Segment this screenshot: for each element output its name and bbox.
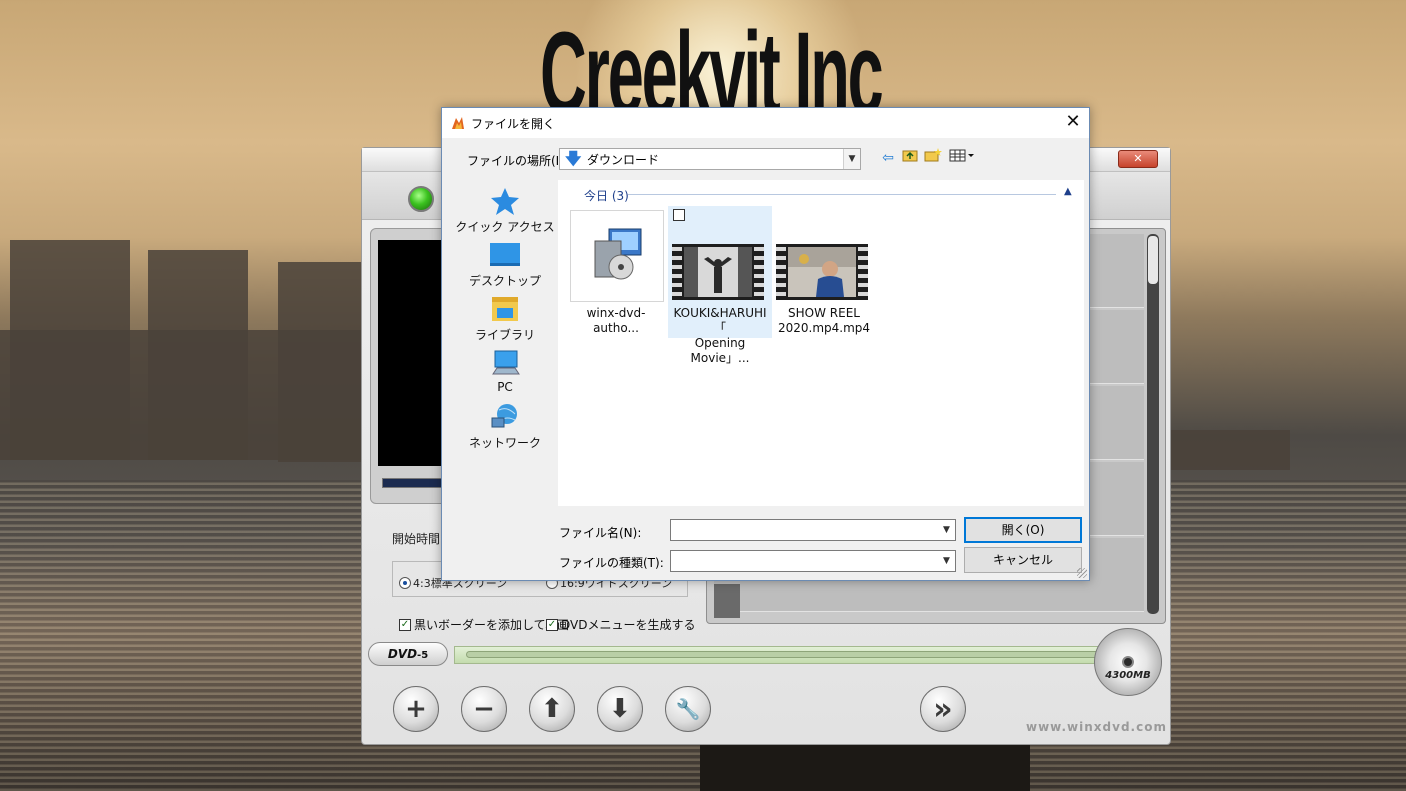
radio-selected-icon — [399, 577, 411, 589]
look-in-label: ファイルの場所(I): — [467, 154, 568, 168]
pc-icon — [489, 348, 521, 378]
library-icon — [489, 294, 521, 324]
preview-seek-bar[interactable] — [382, 478, 444, 488]
group-divider — [628, 194, 1056, 195]
file-item-selected[interactable]: KOUKI&HARUHI「 Opening Movie」... — [668, 206, 772, 365]
resize-grip-icon[interactable] — [1077, 568, 1087, 578]
winx-app-icon — [452, 117, 464, 129]
dvd-type-suffix: -5 — [417, 650, 429, 661]
file-name-input[interactable]: ▼ — [670, 519, 956, 541]
dialog-title: ファイルを開く — [471, 117, 556, 131]
place-desktop[interactable]: デスクトップ — [450, 240, 560, 289]
dvd-type-label: DVD — [387, 647, 418, 661]
background-ship — [1170, 430, 1290, 470]
video-thumbnail — [776, 244, 868, 300]
film-holes — [672, 244, 682, 300]
file-name-line: Opening Movie」... — [690, 336, 750, 365]
title-list-marker — [714, 584, 740, 618]
file-list: 今日 (3) ▲ winx-dvd-autho... KOUKI&HARUHI「… — [558, 180, 1084, 506]
chevron-down-icon[interactable]: ▼ — [938, 520, 955, 540]
video-frame — [684, 247, 752, 297]
file-name-line: winx-dvd-autho... — [586, 306, 646, 335]
file-thumbnail — [570, 210, 664, 302]
video-frame — [788, 247, 856, 297]
new-folder-icon[interactable] — [923, 148, 943, 168]
dialog-close-button[interactable]: ✕ — [1059, 108, 1087, 136]
place-network[interactable]: ネットワーク — [450, 402, 560, 451]
look-in-value: ダウンロード — [587, 152, 660, 167]
file-name-line: 2020.mp4.mp4 — [777, 321, 871, 335]
place-library[interactable]: ライブラリ — [450, 294, 560, 343]
next-button[interactable]: » — [920, 686, 966, 732]
disc-hole-icon — [1122, 656, 1134, 668]
file-name: SHOW REEL 2020.mp4.mp4 — [772, 306, 876, 336]
title-list-scrollbar[interactable] — [1147, 234, 1159, 614]
view-menu-icon[interactable] — [948, 148, 976, 168]
open-button[interactable]: 開く(O) — [964, 517, 1082, 543]
chevron-down-icon[interactable]: ▼ — [843, 149, 860, 169]
disc-capacity-label: 4300MB — [1105, 670, 1151, 681]
installer-icon — [594, 228, 642, 280]
up-folder-icon[interactable] — [900, 148, 920, 168]
network-icon — [489, 402, 521, 432]
file-name-line: SHOW REEL — [788, 306, 860, 320]
file-type-label: ファイルの種類(T): — [559, 556, 664, 570]
film-holes — [776, 244, 786, 300]
place-label: ネットワーク — [468, 436, 541, 450]
desktop-icon — [489, 240, 521, 270]
back-icon[interactable]: ⇦ — [878, 148, 898, 168]
checkmark-icon: ✓ — [399, 618, 411, 631]
download-arrow-icon: 🡇 — [565, 149, 582, 168]
look-in-combo[interactable]: 🡇 ダウンロード ▼ — [559, 148, 861, 170]
places-bar: クイック アクセス デスクトップ ライブラリ PC ネットワーク — [450, 180, 560, 510]
file-name-label: ファイル名(N): — [559, 526, 642, 540]
star-icon — [489, 186, 521, 216]
footer-url: www.winxdvd.com — [1026, 720, 1167, 734]
video-thumbnail — [672, 244, 764, 300]
capacity-bar-fill — [466, 651, 1106, 658]
file-item[interactable]: winx-dvd-autho... — [564, 208, 668, 340]
film-holes — [858, 244, 868, 300]
preview-screen — [378, 240, 448, 466]
group-header[interactable]: 今日 (3) — [584, 187, 629, 204]
status-led-icon — [408, 186, 434, 212]
chevron-up-icon[interactable]: ▲ — [1064, 186, 1072, 197]
place-quick-access[interactable]: クイック アクセス — [450, 186, 560, 235]
file-type-select[interactable]: ▼ — [670, 550, 956, 572]
move-up-button[interactable]: ⬆ — [529, 686, 575, 732]
remove-button[interactable]: − — [461, 686, 507, 732]
dvd-type-selector[interactable]: DVD-5 — [368, 642, 448, 666]
settings-button[interactable]: 🔧 — [665, 686, 711, 732]
add-button[interactable]: + — [393, 686, 439, 732]
chevron-down-icon[interactable]: ▼ — [938, 551, 955, 571]
place-label: PC — [497, 380, 513, 394]
dvd-menu-label: DVDメニューを生成する — [561, 618, 696, 632]
open-file-dialog: ファイルを開く ✕ ファイルの場所(I): 🡇 ダウンロード ▼ ⇦ クイック … — [441, 107, 1090, 581]
place-label: デスクトップ — [468, 274, 541, 288]
checkmark-icon: ✓ — [546, 618, 558, 631]
film-holes — [754, 244, 764, 300]
cancel-button[interactable]: キャンセル — [964, 547, 1082, 573]
file-item[interactable]: SHOW REEL 2020.mp4.mp4 — [772, 208, 876, 340]
place-label: クイック アクセス — [455, 220, 555, 234]
place-pc[interactable]: PC — [450, 348, 560, 394]
file-select-checkbox[interactable] — [673, 209, 685, 221]
app-close-button[interactable]: ✕ — [1118, 150, 1158, 168]
file-name: KOUKI&HARUHI「 Opening Movie」... — [668, 306, 772, 366]
background-building — [0, 330, 370, 460]
place-label: ライブラリ — [474, 328, 535, 342]
move-down-button[interactable]: ⬇ — [597, 686, 643, 732]
dvd-menu-checkbox[interactable]: ✓ DVDメニューを生成する — [546, 616, 695, 633]
file-name-line: KOUKI&HARUHI「 — [673, 306, 767, 335]
black-border-checkbox[interactable]: ✓ 黒いボーダーを添加して、画 — [399, 616, 569, 633]
title-list-scroll-thumb[interactable] — [1148, 236, 1158, 284]
file-name: winx-dvd-autho... — [564, 306, 668, 336]
start-time-label: 開始時間 — [392, 532, 441, 546]
